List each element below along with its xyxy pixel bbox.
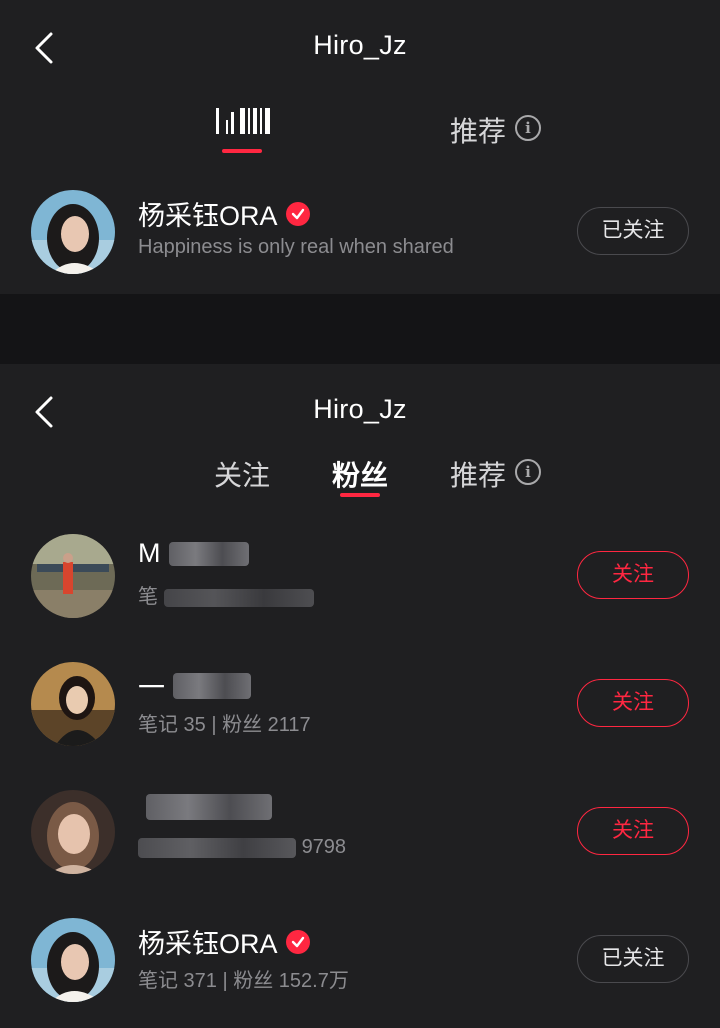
stats-text: 笔 [138,586,158,608]
user-bio: Happiness is only real when shared [138,236,454,258]
follow-button[interactable]: 关注 [577,679,689,727]
verified-icon [285,929,310,954]
username [138,794,272,820]
stats-text: 9798 [301,836,347,858]
top-bar: Hiro_Jz [0,0,720,96]
tab-recommend[interactable]: 推荐 [450,454,506,494]
blurred-username [173,672,251,699]
follow-button[interactable]: 关注 [577,551,689,599]
following-button[interactable]: 已关注 [577,207,689,255]
user-row[interactable]: 杨采钰ORA Happiness is only real when share… [0,184,720,280]
following-button[interactable]: 已关注 [577,935,689,983]
blurred-username [146,794,272,820]
tab-following[interactable]: 关注 [214,454,270,494]
active-tab-underline [222,149,262,153]
username-text: M [138,538,161,568]
username-text: 杨采钰ORA [138,201,278,231]
info-icon[interactable]: i [515,459,541,485]
tab-recommend[interactable]: 推荐 [450,110,506,150]
avatar[interactable] [31,918,115,1002]
blurred-username [168,541,249,566]
list-item[interactable]: 一 笔记 35 | 粉丝 2117 关注 [0,656,720,752]
username: 杨采钰ORA [138,194,310,233]
page-title: Hiro_Jz [313,30,407,60]
tab-followers[interactable]: 粉丝 [332,454,388,494]
blurred-stats [163,588,314,607]
username: M [138,538,249,569]
info-icon[interactable]: i [515,115,541,141]
list-item[interactable]: 9798 关注 [0,784,720,880]
top-bar: Hiro_Jz [0,364,720,460]
username-text: 一 [138,673,165,703]
tab-glitched[interactable] [206,104,276,144]
user-stats: 9798 [138,836,346,859]
blurred-stats [138,837,296,858]
avatar[interactable] [31,534,115,618]
active-tab-underline [340,493,380,497]
screen-divider [0,294,720,364]
glitched-label [216,108,270,134]
username: 杨采钰ORA [138,922,310,961]
follow-button[interactable]: 关注 [577,807,689,855]
user-stats: 笔记 35 | 粉丝 2117 [138,714,311,736]
avatar[interactable] [31,790,115,874]
avatar[interactable] [31,190,115,274]
page-title: Hiro_Jz [313,394,407,424]
username: 一 [138,666,251,705]
user-stats: 笔 [138,580,314,609]
list-item[interactable]: 杨采钰ORA 笔记 371 | 粉丝 152.7万 已关注 [0,912,720,1008]
bottom-screen: Hiro_Jz 关注 粉丝 推荐 i M 笔 关注 一 笔记 35 | 粉丝 2… [0,364,720,1028]
list-item[interactable]: M 笔 关注 [0,528,720,624]
verified-icon [285,201,310,226]
top-screen: Hiro_Jz 推荐 i 杨采钰ORA Happiness is only re… [0,0,720,294]
username-text: 杨采钰ORA [138,929,278,959]
user-stats: 笔记 371 | 粉丝 152.7万 [138,970,349,992]
avatar[interactable] [31,662,115,746]
